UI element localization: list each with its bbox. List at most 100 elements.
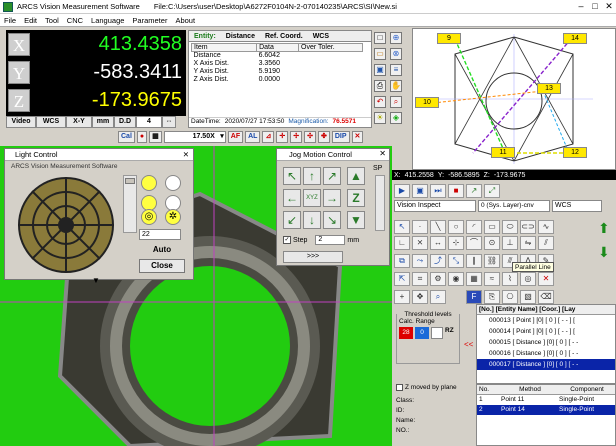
step-icon[interactable]: ⏭ bbox=[430, 184, 446, 198]
menu-cnc[interactable]: CNC bbox=[63, 16, 87, 25]
z-moved-option[interactable]: Z moved by plane bbox=[396, 384, 457, 391]
video-button[interactable]: Video bbox=[6, 116, 36, 128]
jog-up-right-icon[interactable]: ↗ bbox=[323, 167, 341, 185]
plus-icon[interactable]: + bbox=[394, 290, 410, 304]
symmetry-icon[interactable]: ⇋ bbox=[520, 236, 536, 250]
dip-button[interactable]: DIP bbox=[331, 131, 350, 143]
crosshair-icon[interactable]: ✛ bbox=[276, 131, 289, 143]
table-row[interactable]: 1 Point 11 Single-Point bbox=[477, 395, 615, 405]
jog-down-icon[interactable]: ↓ bbox=[303, 211, 321, 229]
off-light-icon[interactable] bbox=[165, 175, 181, 191]
intensity-slider[interactable] bbox=[123, 175, 137, 233]
rect-icon[interactable]: ▭ bbox=[484, 220, 500, 234]
perpendicular-icon[interactable]: ⊥ bbox=[502, 236, 518, 250]
record-icon[interactable]: ● bbox=[136, 131, 148, 143]
wcs-select[interactable]: WCS bbox=[552, 200, 602, 212]
xy-button[interactable]: X-Y bbox=[66, 116, 92, 128]
coaxial-light-icon[interactable] bbox=[141, 175, 157, 191]
function-icon[interactable]: F bbox=[466, 290, 482, 304]
list-item[interactable]: 000013 [ Point ] [0] [ 0 ] [ - - ] [ bbox=[477, 315, 615, 326]
profile-icon[interactable]: ⌇ bbox=[502, 272, 518, 286]
decimals-select[interactable]: 4 bbox=[136, 116, 162, 128]
play-icon[interactable]: ▶ bbox=[394, 184, 410, 198]
curve-icon[interactable]: ∿ bbox=[538, 220, 554, 234]
crosshair-3-icon[interactable]: ✣ bbox=[304, 131, 316, 143]
angle-icon[interactable]: ∟ bbox=[394, 236, 410, 250]
grid-icon[interactable]: ▦ bbox=[149, 131, 162, 143]
point-marker[interactable]: 11 bbox=[491, 147, 515, 158]
light-icon[interactable]: ☀ bbox=[374, 112, 386, 124]
dro-x-label[interactable]: X bbox=[8, 33, 30, 56]
mode-select[interactable]: Vision Inspect bbox=[394, 200, 476, 212]
jog-up-left-icon[interactable]: ↖ bbox=[283, 167, 301, 185]
y-dist-icon[interactable]: ⤴ bbox=[430, 254, 446, 268]
circle-icon[interactable]: ○ bbox=[448, 220, 464, 234]
scan-icon[interactable]: ⌗ bbox=[412, 272, 428, 286]
close-icon[interactable]: ✕ bbox=[351, 131, 364, 143]
table-row[interactable]: X Axis Dist. 3.3560 bbox=[192, 60, 363, 68]
eye-icon[interactable]: ◎ bbox=[520, 272, 536, 286]
close-button[interactable]: Close bbox=[139, 259, 185, 273]
edge-icon[interactable]: ⊿ bbox=[262, 131, 275, 143]
step-checkbox[interactable]: ✓ bbox=[283, 236, 291, 244]
pointer-icon[interactable]: ↖ bbox=[394, 220, 410, 234]
slot-icon[interactable]: ⊂⊃ bbox=[520, 220, 536, 234]
undo-icon[interactable]: ↶ bbox=[374, 96, 386, 108]
z-moved-checkbox[interactable] bbox=[396, 384, 403, 391]
center-icon[interactable]: ⊙ bbox=[484, 236, 500, 250]
export-csv-icon[interactable]: ⎘ bbox=[484, 290, 500, 304]
arrow-up-icon[interactable]: ⬆ bbox=[598, 220, 610, 237]
select-icon[interactable]: ▣ bbox=[412, 184, 428, 198]
image-icon[interactable]: ▧ bbox=[520, 290, 536, 304]
save-icon[interactable]: ▣ bbox=[374, 64, 386, 76]
line-icon[interactable]: ╲ bbox=[430, 220, 446, 234]
menu-parameter[interactable]: Parameter bbox=[128, 16, 171, 25]
list-item-selected[interactable]: 000017 [ Distance ] [0] [ 0 ] [ - - bbox=[477, 359, 615, 370]
maximize-icon[interactable]: □ bbox=[588, 1, 602, 12]
jog-z-down-icon[interactable]: ▼ bbox=[347, 211, 365, 229]
tab-distance[interactable]: Distance bbox=[221, 31, 260, 41]
wcs-button[interactable]: WCS bbox=[36, 116, 66, 128]
close-icon[interactable]: ✕ bbox=[602, 1, 616, 12]
dro-y-label[interactable]: Y bbox=[8, 61, 30, 84]
print-icon[interactable]: ⎙ bbox=[374, 80, 386, 92]
target-icon[interactable]: ⊕ bbox=[390, 32, 402, 44]
circle-point-icon[interactable]: ◉ bbox=[448, 272, 464, 286]
grid-icon[interactable]: ▦ bbox=[466, 272, 482, 286]
arrow-icon[interactable]: ↗ bbox=[466, 184, 482, 198]
stop-icon[interactable]: ■ bbox=[448, 184, 464, 198]
arrow-down-icon[interactable]: ⬇ bbox=[598, 244, 610, 261]
list-item[interactable]: 000014 [ Point ] [0] [ 0 ] [ - - ] [ bbox=[477, 326, 615, 337]
parallel-icon[interactable]: ∥ bbox=[466, 254, 482, 268]
threshold-spinner[interactable] bbox=[431, 327, 443, 339]
swap-icon[interactable]: ⇔ bbox=[162, 116, 176, 128]
table-row-selected[interactable]: 2 Point 14 Single-Point bbox=[477, 405, 615, 415]
unit-button[interactable]: mm bbox=[92, 116, 114, 128]
jog-expand-button[interactable]: >>> bbox=[283, 251, 343, 263]
threshold-high[interactable]: 0 bbox=[415, 327, 429, 339]
tab-entity[interactable]: Entity: bbox=[189, 31, 221, 41]
auto-button[interactable]: Auto bbox=[139, 243, 185, 257]
xy-dist-icon[interactable]: ⤡ bbox=[448, 254, 464, 268]
point-marker[interactable]: 12 bbox=[563, 147, 587, 158]
x-dist-icon[interactable]: ⤳ bbox=[412, 254, 428, 268]
crosshair-2-icon[interactable]: ✢ bbox=[290, 131, 303, 143]
speed-slider[interactable] bbox=[375, 175, 385, 231]
target-light-icon[interactable]: ◎ bbox=[141, 209, 157, 225]
intensity-input[interactable]: 22 bbox=[139, 229, 181, 240]
menu-file[interactable]: File bbox=[0, 16, 20, 25]
zoom-icon[interactable]: ⌕ bbox=[390, 96, 402, 108]
cal-button[interactable]: Cal bbox=[118, 131, 135, 143]
ellipse-icon[interactable]: ⬭ bbox=[502, 220, 518, 234]
jog-down-right-icon[interactable]: ↘ bbox=[323, 211, 341, 229]
expand-icon[interactable]: ⤢ bbox=[484, 184, 500, 198]
slider-thumb[interactable] bbox=[125, 178, 135, 184]
arc-icon[interactable]: ◜ bbox=[466, 220, 482, 234]
chevron-down-icon[interactable]: ▼ bbox=[92, 276, 100, 285]
chain-icon[interactable]: ⛓ bbox=[484, 254, 500, 268]
layer-select[interactable]: 0 (Sys. Layer)-cnv bbox=[478, 200, 550, 212]
close-icon[interactable]: ✕ bbox=[379, 149, 386, 158]
point-marker[interactable]: 13 bbox=[537, 83, 561, 94]
copy-icon[interactable]: ⧉ bbox=[394, 254, 410, 268]
dxf-icon[interactable]: ⎔ bbox=[502, 290, 518, 304]
